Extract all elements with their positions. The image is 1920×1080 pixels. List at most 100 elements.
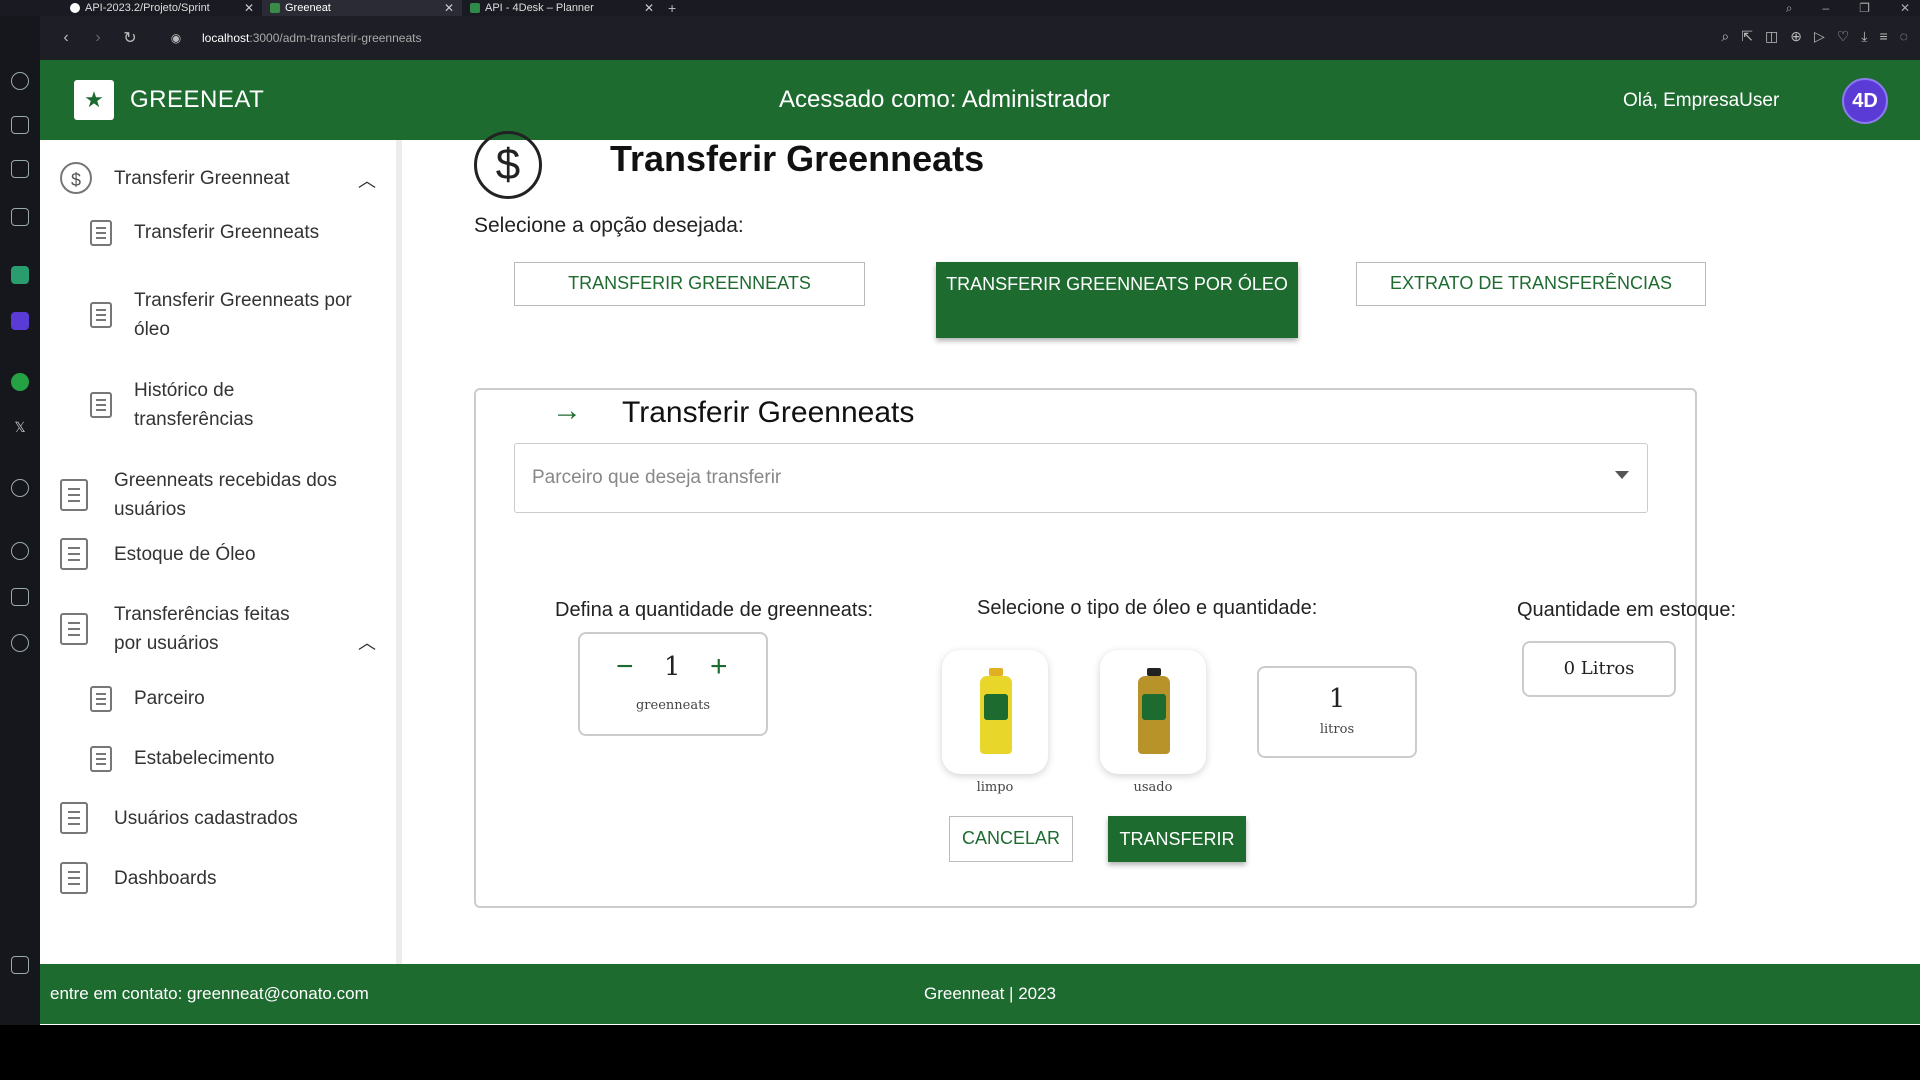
settings-icon[interactable] <box>11 634 29 652</box>
sidebar-app-icon[interactable] <box>11 116 29 134</box>
transfer-button[interactable]: TRANSFERIR <box>1108 816 1246 862</box>
greeneat-logo[interactable]: ★ <box>74 80 114 120</box>
download-icon[interactable]: ⤓ <box>1861 28 1867 45</box>
sidebar-item-greenneats-recebidas[interactable]: Greenneats recebidas dos usuários <box>60 466 364 524</box>
menu-icon[interactable]: ≡ <box>1880 28 1888 45</box>
sidebar-app-icon[interactable] <box>11 588 29 606</box>
document-icon <box>90 302 112 328</box>
zoom-icon[interactable]: ⌕ <box>1721 28 1729 45</box>
option-transferir-por-oleo-button[interactable]: TRANSFERIR GREENNEATS POR ÓLEO <box>936 262 1298 338</box>
browser-tab-label: Greeneat <box>285 2 331 14</box>
caret-down-icon <box>1615 471 1629 479</box>
profile-icon[interactable]: ◌ <box>1900 28 1908 45</box>
sidebar-app-icon[interactable] <box>11 312 29 330</box>
sidebar-item-estabelecimento[interactable]: Estabelecimento <box>90 744 274 773</box>
url-path: :3000/adm-transferir-greenneats <box>249 31 422 45</box>
sidebar-item-label: Parceiro <box>134 688 205 709</box>
restore-icon[interactable]: ❐ <box>1859 1 1870 15</box>
whatsapp-icon[interactable] <box>11 373 29 391</box>
avatar[interactable]: 4D <box>1842 78 1888 124</box>
extensions-icon[interactable]: ⊕ <box>1790 28 1802 45</box>
sidebar-app-icon[interactable] <box>11 160 29 178</box>
sidebar-app-icon[interactable] <box>11 208 29 226</box>
boxes-icon <box>60 538 88 570</box>
sidebar-item-parceiro[interactable]: Parceiro <box>90 684 205 713</box>
sidebar-item-label: Estoque de Óleo <box>114 543 256 565</box>
cancel-button[interactable]: CANCELAR <box>949 816 1073 862</box>
stock-label: Quantidade em estoque: <box>1517 599 1737 621</box>
sidebar-item-label: Transferências feitas por usuários <box>114 604 290 654</box>
sidebar-item-estoque-oleo[interactable]: Estoque de Óleo <box>60 538 256 570</box>
forward-icon[interactable]: › <box>82 29 114 47</box>
sidebar-item-transferir-greenneats[interactable]: Transferir Greenneats <box>90 218 319 247</box>
heart-icon[interactable]: ♡ <box>1837 28 1850 45</box>
greeneat-favicon-icon <box>270 3 280 13</box>
sidebar-app-icon[interactable] <box>11 72 29 90</box>
sidebar-app-icon[interactable] <box>11 956 29 974</box>
browser-toolbar: ⌕ ⇱ ◫ ⊕ ▷ ♡ ⤓ ≡ ◌ <box>1721 28 1908 45</box>
sidebar-item-transferencias-usuarios[interactable]: Transferências feitas por usuários <box>60 600 314 658</box>
close-window-icon[interactable]: ✕ <box>1900 1 1910 15</box>
new-tab-icon[interactable]: + <box>662 0 682 16</box>
sidebar-item-dashboards[interactable]: Dashboards <box>60 862 216 894</box>
reload-icon[interactable]: ↻ <box>114 28 146 48</box>
partner-select[interactable]: Parceiro que deseja transferir <box>514 443 1648 513</box>
arrow-right-icon: → <box>552 394 582 427</box>
browser-tab-label: API-2023.2/Projeto/Sprint <box>85 2 210 14</box>
close-tab-icon[interactable]: ✕ <box>644 1 654 15</box>
chevron-up-icon[interactable]: ︿ <box>358 629 376 655</box>
sidebar-item-label: Dashboards <box>114 867 217 889</box>
github-icon <box>70 3 80 13</box>
sidebar-app-icon[interactable] <box>11 266 29 284</box>
page-title: Transferir Greenneats <box>610 138 985 179</box>
footer-copyright: Greenneat | 2023 <box>924 984 1057 1003</box>
footer: entre em contato: greenneat@conato.com G… <box>40 964 1920 1024</box>
sidebar-app-icon[interactable] <box>11 479 29 497</box>
x-icon[interactable]: 𝕏 <box>11 419 29 437</box>
partner-select-placeholder: Parceiro que deseja transferir <box>532 467 782 488</box>
oil-type-usado[interactable] <box>1100 650 1206 774</box>
sidebar-item-transferir-greenneat[interactable]: $ Transferir Greenneat <box>60 162 290 194</box>
stock-value: 0 Litros <box>1522 641 1676 697</box>
chevron-up-icon[interactable]: ︿ <box>358 167 376 193</box>
camera-icon[interactable]: ◫ <box>1765 28 1778 45</box>
card-title: Transferir Greenneats <box>622 396 915 429</box>
sidebar-item-historico[interactable]: Histórico de transferências <box>90 376 334 434</box>
sidebar-item-label: Transferir Greenneats <box>134 222 320 243</box>
plus-button[interactable]: + <box>710 650 728 684</box>
back-icon[interactable]: ‹ <box>50 29 82 47</box>
option-extrato-button[interactable]: EXTRATO DE TRANSFERÊNCIAS <box>1356 262 1706 306</box>
url-field[interactable]: localhost:3000/adm-transferir-greenneats <box>202 31 421 45</box>
browser-tab-active[interactable]: Greeneat ✕ <box>262 0 462 16</box>
play-icon[interactable]: ▷ <box>1814 28 1825 45</box>
share-icon[interactable]: ⇱ <box>1741 28 1753 45</box>
browser-tabbar: API-2023.2/Projeto/Sprint ✕ Greeneat ✕ A… <box>0 0 1920 16</box>
greenneats-unit: greenneats <box>635 698 710 713</box>
browser-tab[interactable]: API-2023.2/Projeto/Sprint ✕ <box>62 0 262 16</box>
liters-input[interactable]: 1 litros <box>1257 666 1417 758</box>
browser-tab-label: API - 4Desk – Planner <box>485 2 594 14</box>
minimize-icon[interactable]: – <box>1822 1 1829 15</box>
sidebar-item-transferir-por-oleo[interactable]: Transferir Greenneats por óleo <box>90 286 370 344</box>
sidebar-item-usuarios-cadastrados[interactable]: Usuários cadastrados <box>60 802 298 834</box>
oil-bottle-icon <box>1138 668 1170 754</box>
oil-type-limpo[interactable] <box>942 650 1048 774</box>
option-transferir-greenneats-button[interactable]: TRANSFERIR GREENNEATS <box>514 262 865 306</box>
greenneats-stepper: − 1 + greenneats <box>578 632 768 736</box>
select-option-label: Selecione a opção desejada: <box>474 214 744 237</box>
document-icon <box>90 219 112 246</box>
user-greeting: Olá, EmpresaUser <box>1623 90 1780 111</box>
minus-button[interactable]: − <box>616 650 634 684</box>
close-tab-icon[interactable]: ✕ <box>444 1 454 15</box>
list-icon <box>60 613 88 645</box>
oil-type-usado-label: usado <box>1133 780 1173 795</box>
site-info-icon[interactable]: ◉ <box>160 31 192 45</box>
planner-favicon-icon <box>470 3 480 13</box>
close-tab-icon[interactable]: ✕ <box>244 1 254 15</box>
browser-tab[interactable]: API - 4Desk – Planner ✕ <box>462 0 662 16</box>
list-icon <box>60 802 88 834</box>
history-icon[interactable] <box>11 542 29 560</box>
list-icon <box>90 685 112 712</box>
search-tabs-icon[interactable]: ⌕ <box>1786 1 1793 16</box>
footer-contact: entre em contato: greenneat@conato.com <box>50 984 369 1003</box>
